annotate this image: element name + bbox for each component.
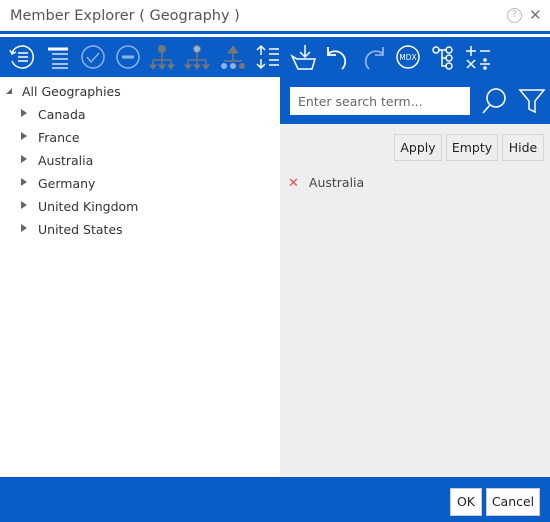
search-bar [280, 77, 550, 124]
selection-panel: Apply Empty Hide ✕ Australia [280, 77, 550, 477]
mdx-label: MDX [399, 53, 416, 62]
title-bar: Member Explorer ( Geography ) ? ✕ [0, 0, 550, 34]
minus-circle-icon[interactable] [112, 41, 144, 73]
search-icon[interactable] [480, 86, 508, 119]
expand-arrow-icon[interactable] [21, 132, 27, 140]
dialog-title: Member Explorer ( Geography ) [10, 8, 240, 24]
search-input[interactable] [290, 87, 470, 115]
hierarchy-parent-icon[interactable] [217, 41, 249, 73]
toolbar: MDX [0, 37, 550, 77]
expand-arrow-icon[interactable] [21, 178, 27, 186]
expand-collapse-icon[interactable] [252, 41, 284, 73]
selected-item: ✕ Australia [288, 175, 365, 191]
expand-arrow-icon[interactable] [21, 201, 27, 209]
undo-icon[interactable] [322, 41, 354, 73]
apply-button[interactable]: Apply [394, 134, 442, 161]
expand-arrow-icon[interactable] [21, 224, 27, 232]
calculation-icon[interactable] [462, 41, 494, 73]
close-icon[interactable]: ✕ [529, 6, 542, 24]
check-circle-icon[interactable] [77, 41, 109, 73]
mdx-icon[interactable]: MDX [392, 41, 424, 73]
load-icon[interactable] [288, 41, 320, 73]
member-tree: All Geographies Canada France Australia … [0, 77, 280, 477]
remove-x-icon[interactable]: ✕ [288, 176, 299, 191]
empty-button[interactable]: Empty [446, 134, 498, 161]
hierarchy-children-icon[interactable] [146, 41, 178, 73]
hide-button[interactable]: Hide [502, 134, 544, 161]
hierarchy-descendants-icon[interactable] [181, 41, 213, 73]
expand-arrow-icon[interactable] [21, 155, 27, 163]
expand-arrow-icon[interactable] [21, 109, 27, 117]
collapse-arrow-icon[interactable] [6, 88, 12, 94]
redo-icon[interactable] [357, 41, 389, 73]
cancel-button[interactable]: Cancel [486, 488, 540, 516]
reset-list-icon[interactable] [6, 41, 38, 73]
question-circle-icon[interactable]: ? [507, 8, 522, 23]
filter-icon[interactable] [518, 87, 546, 118]
ok-button[interactable]: OK [450, 488, 482, 516]
dialog-footer: OK Cancel [0, 477, 550, 522]
tree-nodes-icon[interactable] [427, 41, 459, 73]
list-icon[interactable] [42, 41, 74, 73]
